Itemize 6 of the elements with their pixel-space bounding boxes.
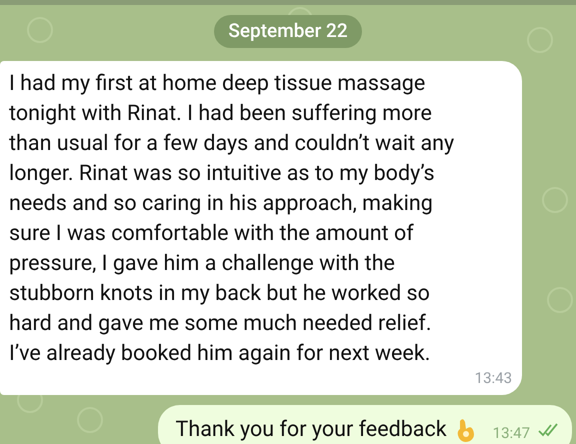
message-time: 13:43 [474, 368, 512, 388]
message-text: I had my first at home deep tissue massage tonight with Rinat. I had been suffering more than usual for a few days and couldn’t wait any longer. Rinat was so intuitive as to my body’s needs and so caring in his approach, making sure I was comfortable with the amount of pressure, I gave him a challenge with the stubborn knots in my back but he worked so hard and gave me some much needed relief. I’ve already booked him again for next week. [9, 70, 456, 368]
ok-hand-icon [454, 417, 477, 444]
message-time: 13:47 [492, 422, 530, 444]
date-chip: September 22 [214, 15, 362, 48]
message-text: Thank you for your feedback [176, 416, 447, 444]
